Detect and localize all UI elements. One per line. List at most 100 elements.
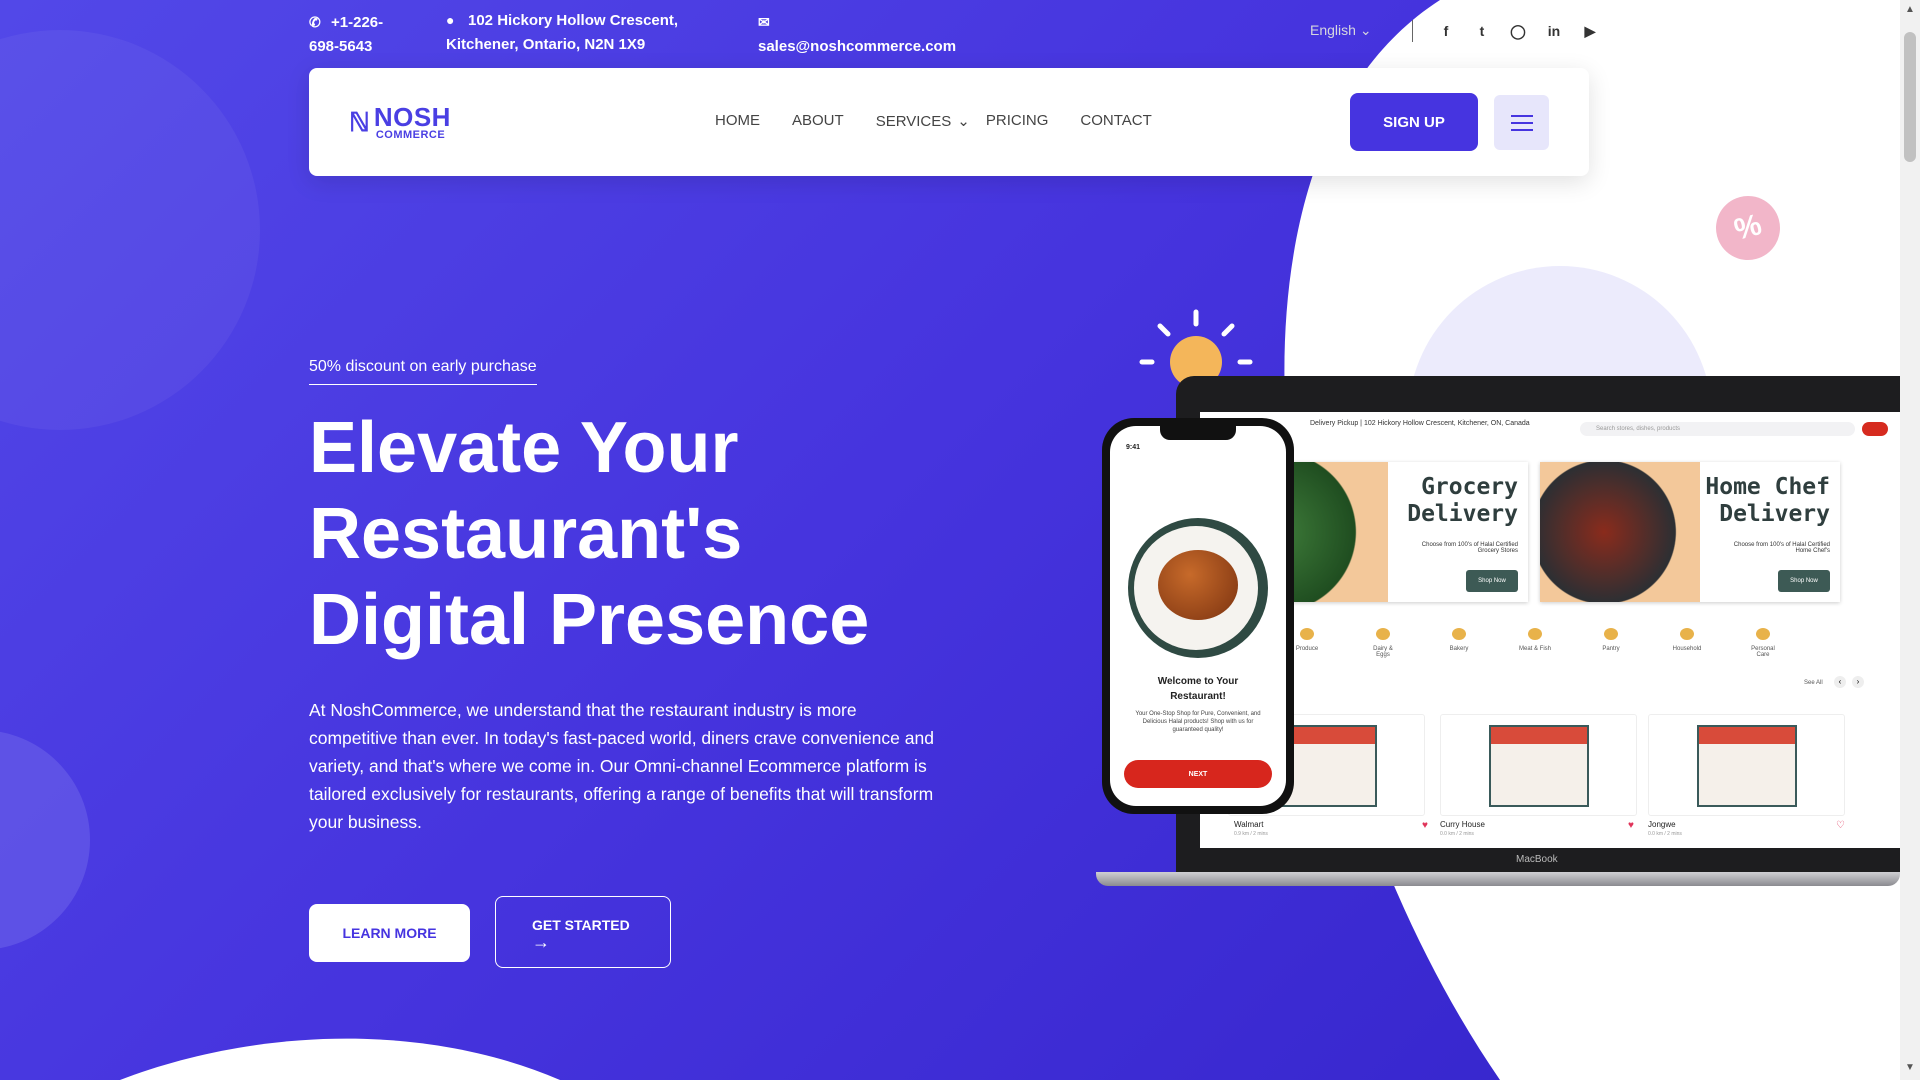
home-chef-delivery-card: Home Chef Delivery Choose from 100's of H… (1540, 462, 1840, 602)
category-label: Produce (1295, 646, 1319, 652)
language-selector[interactable]: English ⌄ (1310, 22, 1372, 39)
envelope-icon: ✉ (758, 14, 770, 30)
contact-email[interactable]: ✉ sales@noshcommerce.com (758, 10, 956, 59)
phone-notch (1160, 426, 1236, 440)
home-chef-title-line1: Home Chef (1705, 474, 1830, 500)
home-chef-image (1540, 462, 1700, 602)
address-line2: Kitchener, Ontario, N2N 1X9 (446, 36, 646, 53)
category-item: Dairy & Eggs (1366, 628, 1400, 658)
category-label: Bakery (1449, 646, 1469, 652)
top-info-bar: ✆ +1-226- 698-5643 ● 102 Hickory Hollow Cr… (0, 0, 1900, 60)
main-navbar: ℕ NOSH COMMERCE HOME ABOUT SERVICES ⌄ PRI… (309, 68, 1589, 176)
screen-search-input: Search stores, dishes, products (1580, 422, 1855, 436)
address-line1: 102 Hickory Hollow Crescent, (468, 12, 679, 29)
scroll-down-icon[interactable]: ▼ (1905, 1062, 1915, 1073)
category-item: Meat & Fish (1518, 628, 1552, 658)
heart-icon: ♥ (1628, 820, 1634, 831)
nav-item-services-label: SERVICES (875, 112, 952, 130)
arrow-right-icon: → (532, 932, 550, 952)
category-label: Household (1672, 646, 1702, 652)
nav-item-about[interactable]: ABOUT (792, 112, 844, 130)
contact-address: ● 102 Hickory Hollow Crescent, Kitchener,… (446, 8, 678, 57)
scroll-up-icon[interactable]: ▲ (1905, 4, 1915, 15)
youtube-icon[interactable]: ▶ (1579, 20, 1601, 42)
nav-menu: HOME ABOUT SERVICES ⌄ PRICING CONTACT (715, 112, 1152, 130)
grocery-shop-now: Shop Now (1466, 570, 1518, 592)
home-chef-title: Home Chef Delivery (1705, 474, 1830, 528)
store-meta: 0.9 km / 2 mins (1234, 831, 1268, 837)
phone-next-button: NEXT (1124, 760, 1272, 788)
store-name: Walmart (1234, 820, 1264, 829)
nav-item-pricing[interactable]: PRICING (986, 112, 1049, 130)
category-item: Pantry (1594, 628, 1628, 658)
laptop-screen: Delivery Pickup | 102 Hickory Hollow Cre… (1200, 412, 1900, 848)
headline-line-2: Restaurant's (309, 494, 743, 574)
category-label: Personal Care (1751, 646, 1775, 658)
headline-line-1: Elevate Your (309, 408, 739, 488)
category-icon (1528, 628, 1542, 640)
learn-more-button[interactable]: LEARN MORE (309, 904, 470, 962)
store-card (1440, 714, 1637, 816)
get-started-label: GET STARTED (532, 917, 630, 933)
scrollbar-thumb[interactable] (1904, 32, 1916, 162)
logo-subtitle: COMMERCE (375, 129, 446, 141)
linkedin-icon[interactable]: in (1543, 20, 1565, 42)
hero-headline: Elevate Your Restaurant's Digital Presen… (309, 405, 949, 663)
cart-icon (1862, 422, 1888, 436)
store-card (1648, 714, 1845, 816)
divider (1412, 20, 1413, 42)
grocery-subtitle: Choose from 100's of Halal Certified Gro… (1421, 542, 1518, 554)
heart-icon: ♥ (1422, 820, 1428, 831)
category-item: Produce (1290, 628, 1324, 658)
page-scrollbar[interactable]: ▲ ▼ (1900, 0, 1920, 1080)
category-item: Bakery (1442, 628, 1476, 658)
phone-welcome-line2: Restaurant! (1170, 691, 1226, 702)
nav-item-contact[interactable]: CONTACT (1080, 112, 1151, 130)
phone-mockup: 9:41 Welcome to Your Restaurant! Your One… (1102, 418, 1294, 814)
chevron-right-icon: › (1852, 676, 1864, 688)
contact-phone[interactable]: ✆ +1-226- 698-5643 (309, 10, 383, 59)
category-icon (1300, 628, 1314, 640)
phone-line1: +1-226- (331, 14, 384, 31)
laptop-base (1096, 872, 1900, 886)
category-icon (1680, 628, 1694, 640)
home-chef-shop-now: Shop Now (1778, 570, 1830, 592)
grocery-title-line1: Grocery (1421, 474, 1518, 500)
faint-circle-topleft (0, 30, 260, 430)
grocery-title: Grocery Delivery (1407, 474, 1518, 528)
get-started-button[interactable]: GET STARTED → (495, 896, 671, 968)
phone-welcome-title: Welcome to Your Restaurant! (1110, 674, 1286, 704)
see-all-label: See All (1804, 680, 1823, 686)
phone-screen: 9:41 Welcome to Your Restaurant! Your One… (1110, 426, 1286, 806)
white-wave-bottom (120, 1038, 560, 1080)
phone-icon: ✆ (309, 14, 321, 30)
nav-item-home[interactable]: HOME (715, 112, 760, 130)
category-item: Household (1670, 628, 1704, 658)
home-chef-subtitle: Choose from 100's of Halal Certified Hom… (1733, 542, 1830, 554)
category-item: Personal Care (1746, 628, 1780, 658)
store-name: Jongwe (1648, 820, 1676, 829)
hamburger-menu-icon[interactable] (1494, 95, 1549, 150)
instagram-icon[interactable]: ◯ (1507, 20, 1529, 42)
headline-line-3: Digital Presence (309, 580, 870, 660)
nav-item-services[interactable]: SERVICES ⌄ (875, 112, 970, 131)
brand-logo[interactable]: ℕ NOSH COMMERCE (349, 104, 451, 141)
hero-description: At NoshCommerce, we understand that the … (309, 700, 934, 832)
category-label: Meat & Fish (1518, 646, 1551, 652)
facebook-icon[interactable]: f (1435, 20, 1457, 42)
phone-time: 9:41 (1126, 444, 1141, 451)
dish-plate-image (1128, 518, 1268, 658)
category-row: Produce Dairy & Eggs Bakery Meat & Fish … (1290, 628, 1780, 658)
sign-up-button[interactable]: SIGN UP (1350, 93, 1478, 151)
logo-name: NOSH (373, 102, 451, 132)
store-name: Curry House (1440, 820, 1485, 829)
category-label: Pantry (1602, 646, 1620, 652)
chevron-down-icon: ⌄ (957, 113, 970, 130)
phone-welcome-line1: Welcome to Your (1157, 676, 1239, 687)
twitter-icon[interactable]: t (1471, 20, 1493, 42)
category-icon (1376, 628, 1390, 640)
category-icon (1452, 628, 1466, 640)
laptop-brand-label: MacBook (1516, 854, 1558, 865)
discount-eyebrow: 50% discount on early purchase (309, 358, 537, 385)
category-icon (1756, 628, 1770, 640)
